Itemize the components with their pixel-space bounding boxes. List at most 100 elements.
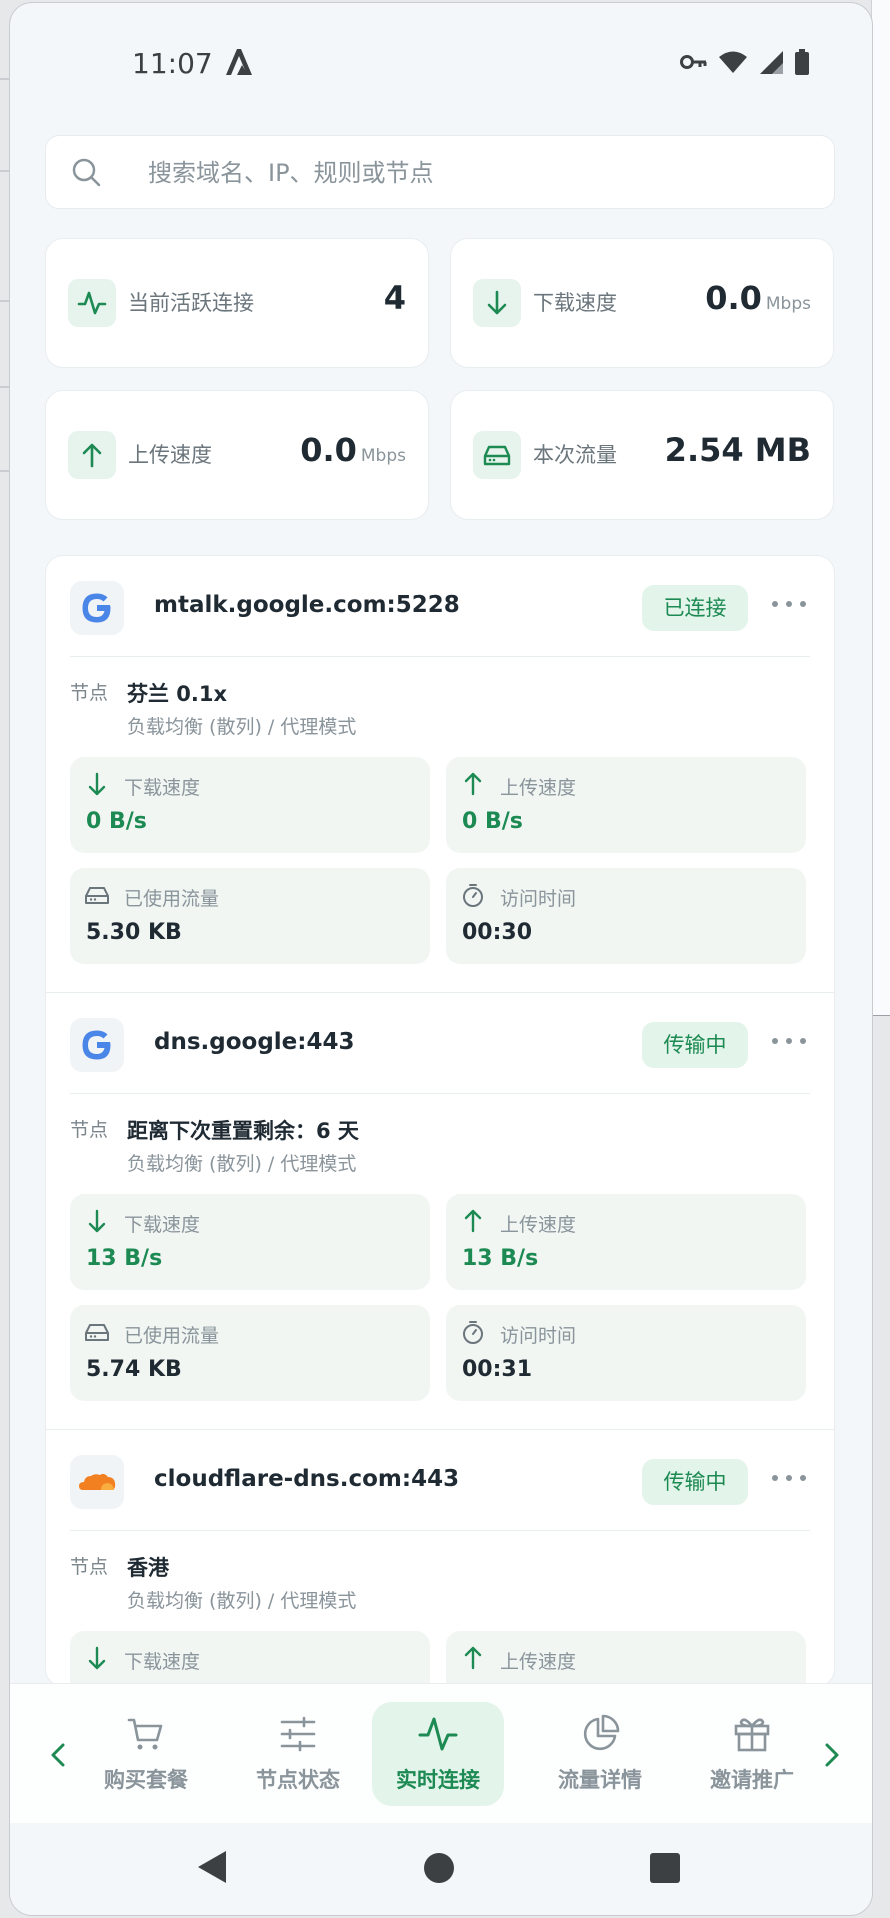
nav-item-traffic-details[interactable]: 流量详情 (534, 1702, 666, 1806)
google-icon (70, 581, 124, 635)
access-time-tile: 访问时间 00:31 (446, 1305, 806, 1401)
upload-tile: 上传速度 (446, 1631, 806, 1686)
node-label: 节点 (70, 1556, 109, 1578)
connection-item[interactable]: mtalk.google.com:5228 已连接 节点 芬兰 0.1x 负载均… (46, 556, 834, 993)
nav-label: 节点状态 (256, 1768, 340, 1792)
connection-host: mtalk.google.com:5228 (154, 592, 460, 618)
node-mode: 负载均衡 (散列) / 代理模式 (127, 1590, 357, 1612)
arrow-up-icon (464, 1209, 482, 1233)
node-name: 距离下次重置剩余：6 天 (127, 1119, 359, 1143)
stat-label: 本次流量 (533, 443, 617, 467)
activity-icon (418, 1717, 458, 1751)
connection-item[interactable]: dns.google:443 传输中 节点 距离下次重置剩余：6 天 负载均衡 … (46, 993, 834, 1430)
tile-value: 13 B/s (86, 1246, 163, 1271)
used-traffic-tile: 已使用流量 5.30 KB (70, 868, 430, 964)
bottom-nav: 购买套餐 节点状态 实时连接 流量详情 邀请推广 (10, 1683, 872, 1824)
connection-host: cloudflare-dns.com:443 (154, 1466, 460, 1492)
sliders-icon (280, 1716, 316, 1752)
status-badge: 已连接 (642, 585, 748, 631)
stat-value: 0.0 Mbps (705, 279, 811, 317)
tile-label: 下载速度 (124, 1651, 201, 1673)
timer-icon (463, 884, 483, 907)
nav-item-invite[interactable]: 邀请推广 (686, 1702, 818, 1806)
connection-host: dns.google:443 (154, 1029, 355, 1055)
stat-unit: Mbps (360, 446, 406, 466)
node-name: 香港 (127, 1556, 169, 1580)
tile-value: 13 B/s (462, 1246, 539, 1271)
tile-label: 上传速度 (500, 777, 577, 799)
battery-icon (795, 49, 809, 75)
nav-item-node-status[interactable]: 节点状态 (232, 1702, 364, 1806)
stat-label: 上传速度 (128, 443, 212, 467)
recents-button[interactable] (650, 1853, 680, 1883)
node-name: 芬兰 0.1x (127, 682, 228, 706)
arrow-down-icon (473, 279, 521, 327)
download-tile: 下载速度 (70, 1631, 430, 1686)
status-icons (680, 49, 810, 75)
search-input[interactable] (146, 150, 810, 196)
activity-icon (68, 279, 116, 327)
download-tile: 下载速度 13 B/s (70, 1194, 430, 1290)
access-time-tile: 访问时间 00:30 (446, 868, 806, 964)
arrow-down-icon (88, 1646, 106, 1670)
status-badge: 传输中 (642, 1022, 748, 1068)
phone-screen: 11:07 搜索域名、IP、规则或节点 当前活跃连接 4 下载速度 0.0 Mb… (10, 3, 872, 1915)
node-mode: 负载均衡 (散列) / 代理模式 (127, 1153, 357, 1175)
download-tile: 下载速度 0 B/s (70, 757, 430, 853)
cart-icon (127, 1718, 163, 1750)
arrow-up-icon (464, 1646, 482, 1670)
tile-value: 5.74 KB (86, 1357, 182, 1382)
status-badge: 传输中 (642, 1459, 748, 1505)
stat-card-active-connections: 当前活跃连接 4 (45, 238, 429, 368)
tile-label: 上传速度 (500, 1651, 577, 1673)
more-icon[interactable] (772, 1468, 806, 1488)
nav-label: 购买套餐 (104, 1768, 188, 1792)
tile-label: 上传速度 (500, 1214, 577, 1236)
tile-label: 访问时间 (500, 1325, 577, 1347)
back-icon[interactable] (196, 1849, 228, 1885)
divider (70, 1530, 810, 1531)
stat-card-session-traffic: 本次流量 2.54 MB (450, 390, 834, 520)
signal-icon (760, 51, 783, 74)
connection-item[interactable]: cloudflare-dns.com:443 传输中 节点 香港 负载均衡 (散… (46, 1430, 834, 1686)
search-bar[interactable] (45, 135, 835, 209)
stat-card-upload-speed: 上传速度 0.0 Mbps (45, 390, 429, 520)
tile-value: 5.30 KB (86, 920, 182, 945)
cloudflare-icon (70, 1455, 124, 1509)
upload-tile: 上传速度 13 B/s (446, 1194, 806, 1290)
nav-item-buy-plan[interactable]: 购买套餐 (80, 1702, 212, 1806)
more-icon[interactable] (772, 1031, 806, 1051)
arrow-up-icon (68, 431, 116, 479)
arrow-down-icon (88, 772, 106, 796)
divider (70, 1093, 810, 1094)
stat-value: 4 (383, 279, 406, 317)
tile-label: 访问时间 (500, 888, 577, 910)
gift-icon (734, 1718, 770, 1752)
used-traffic-tile: 已使用流量 5.74 KB (70, 1305, 430, 1401)
node-label: 节点 (70, 682, 109, 704)
chevron-right-icon[interactable] (816, 1740, 846, 1770)
more-icon[interactable] (772, 594, 806, 614)
wifi-icon (719, 51, 747, 73)
nav-item-live-connections[interactable]: 实时连接 (372, 1702, 504, 1806)
stat-card-download-speed: 下载速度 0.0 Mbps (450, 238, 834, 368)
stat-label: 当前活跃连接 (128, 291, 254, 315)
divider (70, 656, 810, 657)
arrow-up-icon (464, 772, 482, 796)
stat-value: 0.0 Mbps (300, 431, 406, 469)
pie-chart-icon (583, 1714, 620, 1751)
tile-value: 00:30 (462, 920, 533, 945)
timer-icon (463, 1321, 483, 1344)
nav-label: 邀请推广 (710, 1768, 794, 1792)
node-label: 节点 (70, 1119, 109, 1141)
stat-label: 下载速度 (533, 291, 617, 315)
tile-value: 00:31 (462, 1357, 533, 1382)
stat-value: 2.54 MB (664, 431, 811, 469)
search-icon (72, 158, 101, 187)
home-button[interactable] (424, 1853, 454, 1883)
stat-unit: Mbps (765, 294, 811, 314)
upload-tile: 上传速度 0 B/s (446, 757, 806, 853)
chevron-left-icon[interactable] (44, 1740, 74, 1770)
hard-drive-icon (473, 431, 521, 479)
google-icon (70, 1018, 124, 1072)
